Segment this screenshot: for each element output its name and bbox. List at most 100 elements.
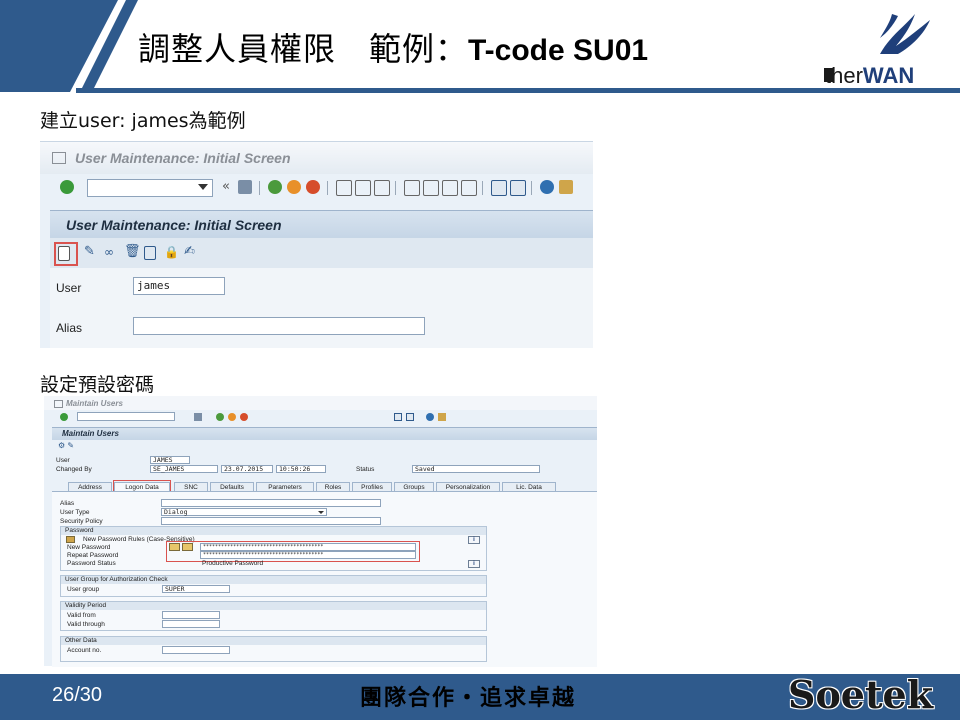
tab-defaults[interactable]: Defaults (210, 482, 254, 491)
sap-window-header: User Maintenance: Initial Screen (40, 142, 593, 174)
save-icon[interactable] (238, 180, 252, 194)
shortcut-icon[interactable] (406, 413, 414, 421)
customize-layout-icon[interactable] (438, 413, 446, 421)
valid-through-label: Valid through (67, 621, 105, 628)
chevron-down-icon[interactable] (198, 184, 208, 190)
tab-address[interactable]: Address (68, 482, 112, 491)
enter-icon[interactable] (60, 180, 74, 194)
etherwan-logo-text: therWAN (825, 63, 915, 88)
authorization-group: User Group for Authorization Check User … (60, 575, 487, 597)
print-icon[interactable] (336, 180, 352, 196)
changed-by-label: Changed By (56, 466, 92, 473)
validity-group-header (61, 602, 486, 610)
user-input[interactable]: james (133, 277, 225, 295)
enter-icon[interactable] (60, 413, 68, 421)
command-field[interactable] (77, 412, 175, 421)
validity-group-title: Validity Period (65, 602, 107, 609)
tab-groups[interactable]: Groups (394, 482, 434, 491)
alias-input[interactable] (133, 317, 425, 335)
find-icon[interactable] (355, 180, 371, 196)
user-type-label: User Type (60, 509, 90, 516)
toolbar-separator (395, 181, 396, 195)
info-icon[interactable]: i (468, 536, 480, 544)
account-no-label: Account no. (67, 647, 102, 654)
find-next-icon[interactable] (374, 180, 390, 196)
change-icon[interactable]: ✎ (84, 245, 96, 258)
copy-icon[interactable] (144, 246, 156, 260)
account-no-input[interactable] (162, 646, 230, 654)
toolbar-separator (259, 181, 260, 195)
sap-initial-screen: User Maintenance: Initial Screen « User … (40, 141, 593, 348)
user-label: User (56, 281, 82, 295)
sap-window-title: User Maintenance: Initial Screen (75, 150, 291, 166)
info-icon[interactable]: i (468, 560, 480, 568)
valid-through-input[interactable] (162, 620, 220, 628)
next-page-icon[interactable] (442, 180, 458, 196)
first-page-icon[interactable] (404, 180, 420, 196)
page-number: 26/30 (52, 684, 103, 706)
user-type-select[interactable]: Dialog (161, 508, 327, 516)
valid-from-input[interactable] (162, 611, 220, 619)
tab-roles[interactable]: Roles (316, 482, 350, 491)
customize-layout-icon[interactable] (559, 180, 573, 194)
exit-icon[interactable] (228, 413, 236, 421)
tab-parameters[interactable]: Parameters (256, 482, 314, 491)
caption-create-user: 建立user: james為範例 (40, 110, 246, 132)
slide-title-zh: 調整人員權限 範例： (138, 30, 469, 68)
help-icon[interactable] (540, 180, 554, 194)
tab-personalization[interactable]: Personalization (436, 482, 500, 491)
help-icon[interactable] (426, 413, 434, 421)
new-session-icon[interactable] (394, 413, 402, 421)
last-page-icon[interactable] (461, 180, 477, 196)
tab-profiles[interactable]: Profiles (352, 482, 392, 491)
new-session-icon[interactable] (491, 180, 507, 196)
alias-label: Alias (56, 321, 83, 335)
sap-window-title: Maintain Users (66, 399, 123, 408)
sap-standard-toolbar (44, 410, 597, 424)
user-value: JAMES (150, 456, 190, 464)
command-field[interactable] (87, 179, 213, 197)
display-icon[interactable]: ∞ (104, 246, 116, 258)
authorization-group-title: User Group for Authorization Check (65, 576, 168, 583)
sap-standard-toolbar: « (40, 176, 593, 202)
change-mode-icon[interactable]: ⚙ ✎ (58, 441, 74, 450)
password-rules-icon[interactable] (66, 536, 75, 543)
status-value: Saved (412, 465, 540, 473)
user-label: User (56, 457, 70, 464)
password-group: Password New Password Rules (Case-Sensit… (60, 526, 487, 571)
save-icon[interactable] (194, 413, 202, 421)
cancel-icon[interactable] (240, 413, 248, 421)
toolbar-separator (531, 181, 532, 195)
back-icon[interactable] (216, 413, 224, 421)
previous-page-icon[interactable] (423, 180, 439, 196)
other-data-group-title: Other Data (65, 637, 97, 644)
cancel-icon[interactable] (306, 180, 320, 194)
lock-icon[interactable]: 🔒 (164, 246, 179, 258)
user-group-input[interactable]: SUPER (162, 585, 230, 593)
security-policy-label: Security Policy (60, 518, 103, 525)
change-password-icon[interactable]: ✍ (184, 245, 196, 258)
tab-lic-data[interactable]: Lic. Data (502, 482, 556, 491)
password-status-value: Productive Password (202, 560, 264, 567)
status-label: Status (356, 466, 375, 473)
back-icon[interactable] (268, 180, 282, 194)
sap-screen-title-bar: User Maintenance: Initial Screen (50, 210, 593, 239)
chevron-down-icon[interactable] (318, 511, 324, 514)
exit-icon[interactable] (54, 400, 63, 408)
sap-application-toolbar: ✎ ∞ 🗑 🔒 ✍ (50, 238, 593, 268)
alias-input[interactable] (161, 499, 381, 507)
other-data-group: Other Data Account no. (60, 636, 487, 662)
collapse-icon[interactable]: « (222, 180, 232, 194)
slide-title: 調整人員權限 範例：T-code SU01 (138, 24, 648, 70)
repeat-password-label: Repeat Password (67, 552, 119, 559)
password-group-header (61, 527, 486, 535)
new-password-label: New Password (67, 544, 111, 551)
security-policy-input[interactable] (161, 517, 381, 525)
toolbar-separator (482, 181, 483, 195)
shortcut-icon[interactable] (510, 180, 526, 196)
tab-snc[interactable]: SNC (174, 482, 208, 491)
exit-icon[interactable] (52, 152, 66, 164)
exit-icon[interactable] (287, 180, 301, 194)
delete-icon[interactable]: 🗑 (124, 245, 141, 258)
sap-window-header: Maintain Users (44, 396, 597, 410)
